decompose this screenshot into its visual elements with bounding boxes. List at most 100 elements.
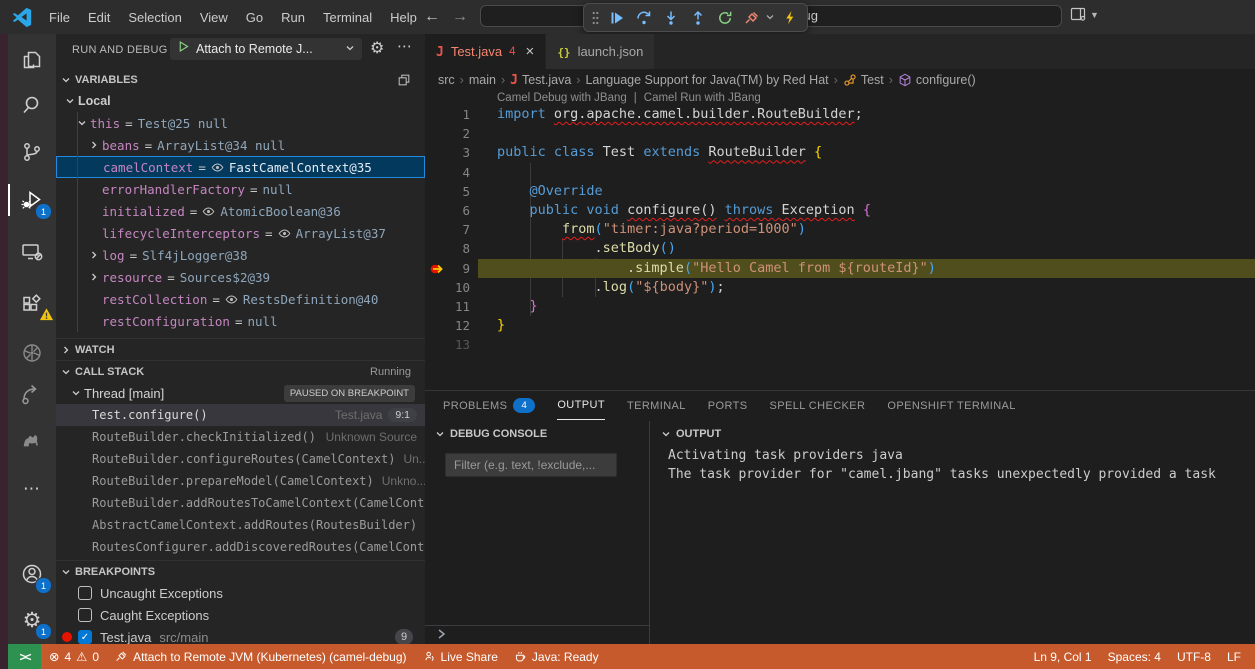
stack-frame-row[interactable]: AbstractCamelContext.addRoutes(RoutesBui… <box>56 514 425 536</box>
debug-more-actions-icon[interactable]: ⋯ <box>397 37 412 55</box>
eye-icon[interactable] <box>225 293 238 306</box>
breadcrumb-item[interactable]: configure() <box>898 73 976 87</box>
menu-file[interactable]: File <box>40 0 79 34</box>
activity-item-remote-explorer[interactable] <box>8 229 56 275</box>
line-number[interactable]: 11 <box>425 297 470 316</box>
watch-section-header[interactable]: WATCH <box>56 338 425 360</box>
line-number[interactable]: 4 <box>425 163 470 182</box>
breakpoint-row[interactable]: Uncaught Exceptions <box>56 582 425 604</box>
code-line-2[interactable]: 2 <box>425 124 1255 143</box>
code-line-3[interactable]: 3public class Test extends RouteBuilder … <box>425 143 1255 162</box>
line-number[interactable]: 8 <box>425 239 470 258</box>
menu-terminal[interactable]: Terminal <box>314 0 381 34</box>
stack-frame-row[interactable]: RouteBuilder.prepareModel(CamelContext)U… <box>56 470 425 492</box>
encoding-setting[interactable]: UTF-8 <box>1169 644 1219 669</box>
customize-layout-button[interactable]: ▼ <box>1070 6 1099 24</box>
activity-item-kubernetes[interactable] <box>8 330 56 376</box>
code-line-6[interactable]: 6 public void configure() throws Excepti… <box>425 201 1255 220</box>
variable-row-beans[interactable]: beans=ArrayList@34 null <box>56 134 425 156</box>
variables-section-header[interactable]: VARIABLES <box>56 70 425 90</box>
line-number[interactable]: 1 <box>425 105 470 124</box>
code-line-1[interactable]: 1import org.apache.camel.builder.RouteBu… <box>425 105 1255 124</box>
stack-frame-row[interactable]: RoutesConfigurer.addDiscoveredRoutes(Cam… <box>56 536 425 558</box>
output-pane-header[interactable]: OUTPUT <box>661 424 721 444</box>
activity-item-settings[interactable]: ⚙1 <box>8 597 56 643</box>
launch-configuration-dropdown[interactable]: Attach to Remote J... <box>170 38 362 60</box>
eye-icon[interactable] <box>211 161 224 174</box>
chevron-down-icon[interactable] <box>765 12 775 24</box>
menu-help[interactable]: Help <box>381 0 426 34</box>
variable-row-this[interactable]: this=Test@25 null <box>56 112 425 134</box>
drag-handle[interactable] <box>589 7 602 29</box>
eol-setting[interactable]: LF <box>1219 644 1249 669</box>
line-number[interactable]: 3 <box>425 143 470 162</box>
line-number[interactable]: 5 <box>425 182 470 201</box>
start-debug-icon[interactable] <box>177 40 190 58</box>
variable-row-log[interactable]: log=Slf4jLogger@38 <box>56 244 425 266</box>
activity-item-source-control[interactable] <box>8 129 56 175</box>
editor-tab-launch.json[interactable]: {}launch.json <box>546 34 655 69</box>
eye-icon[interactable] <box>278 227 291 240</box>
codelens-link[interactable]: Camel Run with JBang <box>644 92 761 104</box>
line-number[interactable]: 13 <box>425 335 470 354</box>
code-line-13[interactable]: 13 <box>425 335 1255 354</box>
continue-button[interactable] <box>605 7 629 29</box>
live-share-status[interactable]: Live Share <box>415 644 506 669</box>
close-icon[interactable]: × <box>526 44 535 59</box>
eye-icon[interactable] <box>202 205 215 218</box>
restart-button[interactable] <box>713 7 737 29</box>
thread-row[interactable]: Thread [main] PAUSED ON BREAKPOINT <box>56 382 425 404</box>
menu-run[interactable]: Run <box>272 0 314 34</box>
panel-tab-output[interactable]: OUTPUT <box>557 392 605 420</box>
cursor-position[interactable]: Ln 9, Col 1 <box>1026 644 1100 669</box>
stack-frame-row[interactable]: RouteBuilder.configureRoutes(CamelContex… <box>56 448 425 470</box>
breakpoints-section-header[interactable]: BREAKPOINTS <box>56 560 425 582</box>
line-number[interactable]: 2 <box>425 124 470 143</box>
variable-row-restCollection[interactable]: restCollection=RestsDefinition@40 <box>56 288 425 310</box>
activity-item-more-views[interactable]: ⋯ <box>8 466 56 512</box>
breadcrumb-item[interactable]: JTest.java <box>510 73 571 88</box>
call-stack-section-header[interactable]: CALL STACK Running <box>56 360 425 382</box>
menu-edit[interactable]: Edit <box>79 0 119 34</box>
problems-status[interactable]: ⊗4 ⚠0 <box>41 644 107 669</box>
remote-indicator[interactable]: >< <box>8 644 41 669</box>
breakpoint-row[interactable]: ✓Test.javasrc/main9 <box>56 626 425 644</box>
panel-tab-terminal[interactable]: TERMINAL <box>627 392 686 420</box>
menu-selection[interactable]: Selection <box>119 0 190 34</box>
breakpoint-row[interactable]: Caught Exceptions <box>56 604 425 626</box>
breadcrumb-item[interactable]: src <box>438 73 455 87</box>
variable-row-errorHandlerFactory[interactable]: errorHandlerFactory=null <box>56 178 425 200</box>
variable-row-restConfiguration[interactable]: restConfiguration=null <box>56 310 425 332</box>
navigate-forward-button[interactable]: → <box>452 0 468 34</box>
code-line-4[interactable]: 4 <box>425 163 1255 182</box>
activity-item-search[interactable] <box>8 82 56 128</box>
debug-console-input[interactable] <box>425 625 649 645</box>
code-line-9[interactable]: 9 .simple("Hello Camel from ${routeId}") <box>425 259 1255 278</box>
java-status[interactable]: Java: Ready <box>506 644 607 669</box>
hot-code-replace-button[interactable] <box>778 7 802 29</box>
variable-row-resource[interactable]: resource=Sources$2@39 <box>56 266 425 288</box>
variable-row-Local[interactable]: Local <box>56 90 425 112</box>
breadcrumb-item[interactable]: Language Support for Java(TM) by Red Hat <box>585 73 828 87</box>
breadcrumb-item[interactable]: Test <box>843 73 884 87</box>
line-number[interactable]: 7 <box>425 220 470 239</box>
indentation-setting[interactable]: Spaces: 4 <box>1100 644 1169 669</box>
code-line-7[interactable]: 7 from("timer:java?period=1000") <box>425 220 1255 239</box>
panel-tab-ports[interactable]: PORTS <box>708 392 748 420</box>
activity-item-share[interactable] <box>8 371 56 417</box>
debug-session-status[interactable]: Attach to Remote JVM (Kubernetes) (camel… <box>107 644 414 669</box>
disconnect-button[interactable] <box>740 7 764 29</box>
activity-item-accounts[interactable]: 1 <box>8 551 56 597</box>
debug-settings-gear-icon[interactable]: ⚙ <box>370 38 384 58</box>
step-out-button[interactable] <box>686 7 710 29</box>
stack-frame-row[interactable]: RouteBuilder.checkInitialized()Unknown S… <box>56 426 425 448</box>
breakpoint-checkbox[interactable] <box>78 586 92 600</box>
activity-item-explorer[interactable] <box>8 37 56 83</box>
code-line-8[interactable]: 8 .setBody() <box>425 239 1255 258</box>
line-number[interactable]: 10 <box>425 278 470 297</box>
editor-tab-Test.java[interactable]: JTest.java4× <box>425 34 546 69</box>
menu-view[interactable]: View <box>191 0 237 34</box>
panel-tab-spell-checker[interactable]: SPELL CHECKER <box>770 392 866 420</box>
stack-frame-row[interactable]: Test.configure()Test.java9:1 <box>56 404 425 426</box>
debug-console-filter-input[interactable] <box>445 453 617 477</box>
